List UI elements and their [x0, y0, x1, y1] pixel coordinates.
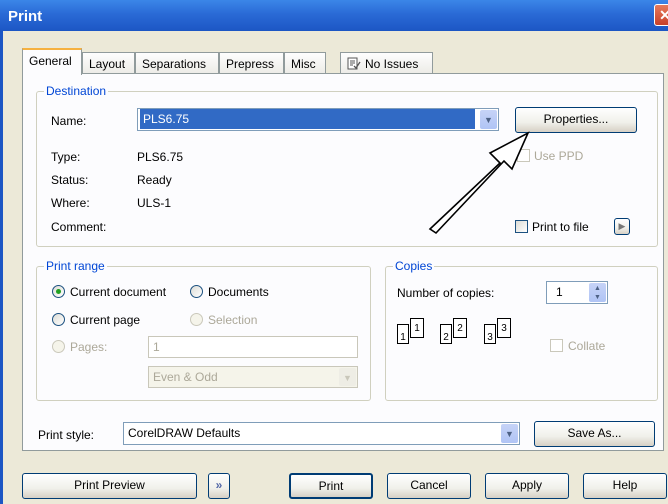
- print-style-value: CorelDRAW Defaults: [128, 426, 241, 440]
- help-label: Help: [612, 478, 638, 492]
- type-label: Type:: [51, 150, 81, 164]
- annotation-arrow-icon: [428, 131, 530, 235]
- tab-label: Layout: [89, 57, 126, 71]
- copies-value: 1: [556, 285, 563, 299]
- current-document-radio[interactable]: [52, 285, 65, 298]
- print-preview-button[interactable]: Print Preview: [22, 473, 197, 499]
- page-icon: 1: [410, 318, 424, 338]
- copies-label: Copies: [393, 259, 435, 273]
- chevron-down-icon[interactable]: ▼: [339, 368, 356, 386]
- collate-illustration-3: 3 3: [484, 316, 524, 350]
- tab-label: General: [29, 54, 72, 68]
- expand-preview-button[interactable]: »: [208, 473, 230, 499]
- page-icon: 3: [484, 324, 496, 344]
- even-odd-select[interactable]: Even & Odd ▼: [148, 366, 358, 388]
- spinner-arrows-icon[interactable]: ▲ ▼: [589, 283, 606, 302]
- name-label: Name:: [51, 114, 87, 128]
- apply-button[interactable]: Apply: [485, 473, 569, 499]
- current-document-label: Current document: [70, 285, 167, 299]
- window-title: Print: [8, 8, 43, 25]
- documents-label: Documents: [208, 285, 269, 299]
- issues-icon: [347, 57, 361, 70]
- pages-label: Pages:: [70, 340, 108, 354]
- tab-label: Misc: [291, 57, 316, 71]
- chevron-down-icon[interactable]: ▼: [501, 424, 518, 443]
- status-label: Status:: [51, 173, 89, 187]
- double-chevron-right-icon: »: [215, 478, 223, 492]
- selection-radio[interactable]: [190, 313, 203, 326]
- tab-layout[interactable]: Layout: [82, 52, 135, 74]
- save-as-button[interactable]: Save As...: [534, 421, 655, 447]
- tab-prepress[interactable]: Prepress: [219, 52, 284, 74]
- collate-label: Collate: [568, 339, 606, 353]
- apply-label: Apply: [511, 478, 543, 492]
- use-ppd-label: Use PPD: [534, 149, 584, 163]
- type-value: PLS6.75: [137, 150, 184, 164]
- current-page-radio[interactable]: [52, 313, 65, 326]
- status-value: Ready: [137, 173, 172, 187]
- properties-button-label: Properties...: [543, 112, 609, 126]
- save-as-label: Save As...: [567, 426, 622, 440]
- tab-label: Separations: [142, 57, 207, 71]
- pages-input-value: 1: [153, 340, 160, 354]
- where-value: ULS-1: [137, 196, 172, 210]
- page-icon: 2: [453, 318, 467, 338]
- number-of-copies-label: Number of copies:: [397, 286, 495, 300]
- print-button[interactable]: Print: [289, 473, 373, 499]
- arrow-right-icon: ▶: [618, 221, 626, 231]
- tab-misc[interactable]: Misc: [284, 52, 326, 74]
- print-style-label: Print style:: [38, 428, 95, 442]
- current-page-label: Current page: [70, 313, 141, 327]
- pages-radio[interactable]: [52, 340, 65, 353]
- print-style-select[interactable]: CorelDRAW Defaults ▼: [123, 422, 520, 445]
- copies-spinner[interactable]: 1 ▲ ▼: [546, 281, 608, 304]
- tab-no-issues[interactable]: No Issues: [340, 52, 433, 74]
- title-bar: Print ✕: [0, 0, 668, 31]
- documents-radio[interactable]: [190, 285, 203, 298]
- collate-illustration-1: 1 1: [397, 316, 437, 350]
- collate-checkbox[interactable]: [550, 339, 563, 352]
- print-label: Print: [318, 479, 344, 493]
- destination-label: Destination: [44, 84, 109, 98]
- print-range-label: Print range: [44, 259, 107, 273]
- page-icon: 2: [440, 324, 452, 344]
- comment-label: Comment:: [51, 220, 107, 234]
- cancel-button[interactable]: Cancel: [387, 473, 471, 499]
- page-icon: 1: [397, 324, 409, 344]
- print-to-file-label: Print to file: [532, 220, 589, 234]
- tab-separations[interactable]: Separations: [135, 52, 219, 74]
- pages-input[interactable]: 1: [148, 336, 358, 358]
- collate-illustration-2: 2 2: [440, 316, 480, 350]
- selection-label: Selection: [208, 313, 258, 327]
- print-preview-label: Print Preview: [74, 478, 145, 492]
- cancel-label: Cancel: [410, 478, 448, 492]
- where-label: Where:: [51, 196, 90, 210]
- close-button[interactable]: ✕: [654, 4, 668, 26]
- close-icon: ✕: [659, 7, 668, 23]
- tab-label: Prepress: [226, 57, 275, 71]
- even-odd-value: Even & Odd: [153, 370, 218, 384]
- tab-general[interactable]: General: [22, 48, 82, 75]
- tab-label: No Issues: [365, 57, 419, 71]
- print-to-file-options-button[interactable]: ▶: [614, 218, 630, 235]
- page-icon: 3: [497, 318, 511, 338]
- help-button[interactable]: Help: [583, 473, 667, 499]
